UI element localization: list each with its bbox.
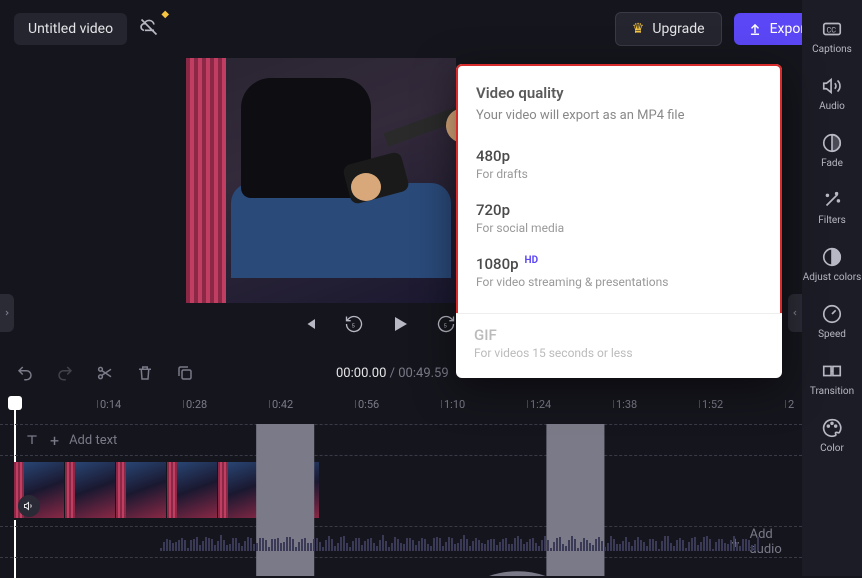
tick: 2 <box>788 398 794 411</box>
palette-icon <box>821 417 843 439</box>
copy-icon <box>176 364 194 382</box>
quality-gif[interactable]: GIF For videos 15 seconds or less <box>456 313 782 378</box>
upload-icon <box>748 22 762 36</box>
tick: 0:14 <box>100 398 121 411</box>
svg-text:5: 5 <box>352 323 356 329</box>
rail-captions[interactable]: CC Captions <box>802 10 862 63</box>
premium-diamond-icon: ◆ <box>161 9 169 20</box>
undo-icon <box>16 364 34 382</box>
visibility-toggle[interactable]: ◆ <box>139 17 159 41</box>
wand-icon <box>821 189 843 211</box>
speaker-icon <box>23 500 35 512</box>
tick: 1:10 <box>444 398 465 411</box>
rail-filters[interactable]: Filters <box>802 181 862 234</box>
tick: 0:28 <box>186 398 207 411</box>
skip-start-button[interactable] <box>300 314 320 338</box>
popup-subtitle: Your video will export as an MP4 file <box>476 108 762 123</box>
project-title[interactable]: Untitled video <box>14 13 127 45</box>
rail-audio[interactable]: Audio <box>802 67 862 120</box>
clip-audio-toggle[interactable] <box>18 495 40 517</box>
right-panel-expand[interactable] <box>788 294 802 332</box>
tick: 0:42 <box>272 398 293 411</box>
tick: 0:56 <box>358 398 379 411</box>
popup-heading: Video quality <box>476 84 762 102</box>
tick: 1:24 <box>530 398 551 411</box>
current-time: 00:00.00 <box>336 366 386 381</box>
time-display: 00:00.00 / 00:49.59 <box>336 366 449 381</box>
transition-icon <box>821 360 843 382</box>
chevron-right-icon <box>3 309 11 317</box>
hd-badge: HD <box>525 255 539 266</box>
duration-time: 00:49.59 <box>398 366 448 381</box>
undo-button[interactable] <box>16 364 34 386</box>
music-icon <box>24 424 721 576</box>
playhead[interactable] <box>8 396 22 410</box>
redo-icon <box>56 364 74 382</box>
timeline-tracks: + Add text + Add audio <box>0 424 802 576</box>
audio-track[interactable]: + Add audio <box>0 526 802 558</box>
forward-icon: 5 <box>436 314 456 334</box>
delete-button[interactable] <box>136 364 154 386</box>
svg-text:5: 5 <box>444 323 448 329</box>
crown-icon: ♛ <box>632 21 645 37</box>
quality-480p[interactable]: 480p For drafts <box>476 137 762 191</box>
redo-button[interactable] <box>56 364 74 386</box>
right-sidebar: CC Captions Audio Fade Filters Adjust co… <box>802 0 862 576</box>
rewind-icon: 5 <box>344 314 364 334</box>
duplicate-button[interactable] <box>176 364 194 386</box>
rail-color[interactable]: Color <box>802 409 862 462</box>
tick: 1:52 <box>702 398 723 411</box>
tick: 1:38 <box>616 398 637 411</box>
captions-icon: CC <box>821 18 843 40</box>
export-quality-popup: Video quality Your video will export as … <box>456 64 782 378</box>
cloud-off-icon <box>139 17 159 37</box>
playback-controls: 5 5 <box>300 312 456 340</box>
top-bar: Untitled video ◆ ♛ Upgrade Export <box>0 0 862 58</box>
upgrade-button[interactable]: ♛ Upgrade <box>615 12 722 46</box>
play-button[interactable] <box>388 312 412 340</box>
rail-fade[interactable]: Fade <box>802 124 862 177</box>
scissors-icon <box>96 364 114 382</box>
quality-1080p[interactable]: 1080pHD For video streaming & presentati… <box>476 245 762 299</box>
skip-previous-icon <box>300 314 320 334</box>
play-icon <box>388 312 412 336</box>
rail-transition[interactable]: Transition <box>802 352 862 405</box>
trash-icon <box>136 364 154 382</box>
fade-icon <box>821 132 843 154</box>
speaker-icon <box>821 75 843 97</box>
split-button[interactable] <box>96 364 114 386</box>
rewind-5-button[interactable]: 5 <box>344 314 364 338</box>
timeline-ruler[interactable]: 0:14 0:28 0:42 0:56 1:10 1:24 1:38 1:52 … <box>0 396 802 420</box>
waveform <box>160 535 802 551</box>
quality-720p[interactable]: 720p For social media <box>476 191 762 245</box>
video-preview[interactable] <box>186 58 456 303</box>
forward-5-button[interactable]: 5 <box>436 314 456 338</box>
svg-text:CC: CC <box>827 26 837 35</box>
rail-adjust-colors[interactable]: Adjust colors <box>802 238 862 291</box>
contrast-icon <box>821 246 843 268</box>
left-panel-expand[interactable] <box>0 294 14 332</box>
upgrade-label: Upgrade <box>652 21 704 37</box>
gauge-icon <box>821 303 843 325</box>
rail-speed[interactable]: Speed <box>802 295 862 348</box>
chevron-left-icon <box>791 309 799 317</box>
